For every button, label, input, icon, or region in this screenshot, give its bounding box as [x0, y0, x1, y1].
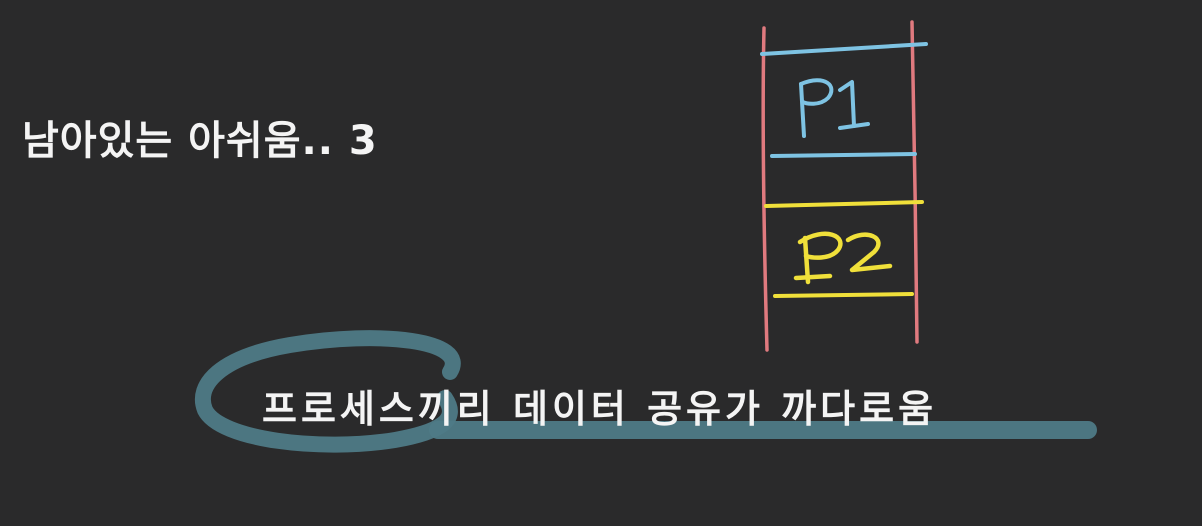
p1-bottom-line: [770, 152, 917, 158]
hand-drawn-diagram: [194, 20, 1097, 453]
p2-label-strokes: [793, 231, 893, 285]
slide-canvas: 남아있는 아쉬움.. 3 프로세스끼리 데이터 공유가 까다로움: [0, 0, 1202, 526]
memory-left-wall: [761, 26, 769, 352]
p1-top-line: [760, 42, 928, 56]
p1-label-strokes: [799, 78, 870, 138]
p2-top-line: [764, 200, 924, 208]
slide-caption: 프로세스끼리 데이터 공유가 까다로움: [262, 387, 938, 431]
p2-bottom-line: [773, 292, 914, 298]
slide-title: 남아있는 아쉬움.. 3: [22, 118, 378, 164]
